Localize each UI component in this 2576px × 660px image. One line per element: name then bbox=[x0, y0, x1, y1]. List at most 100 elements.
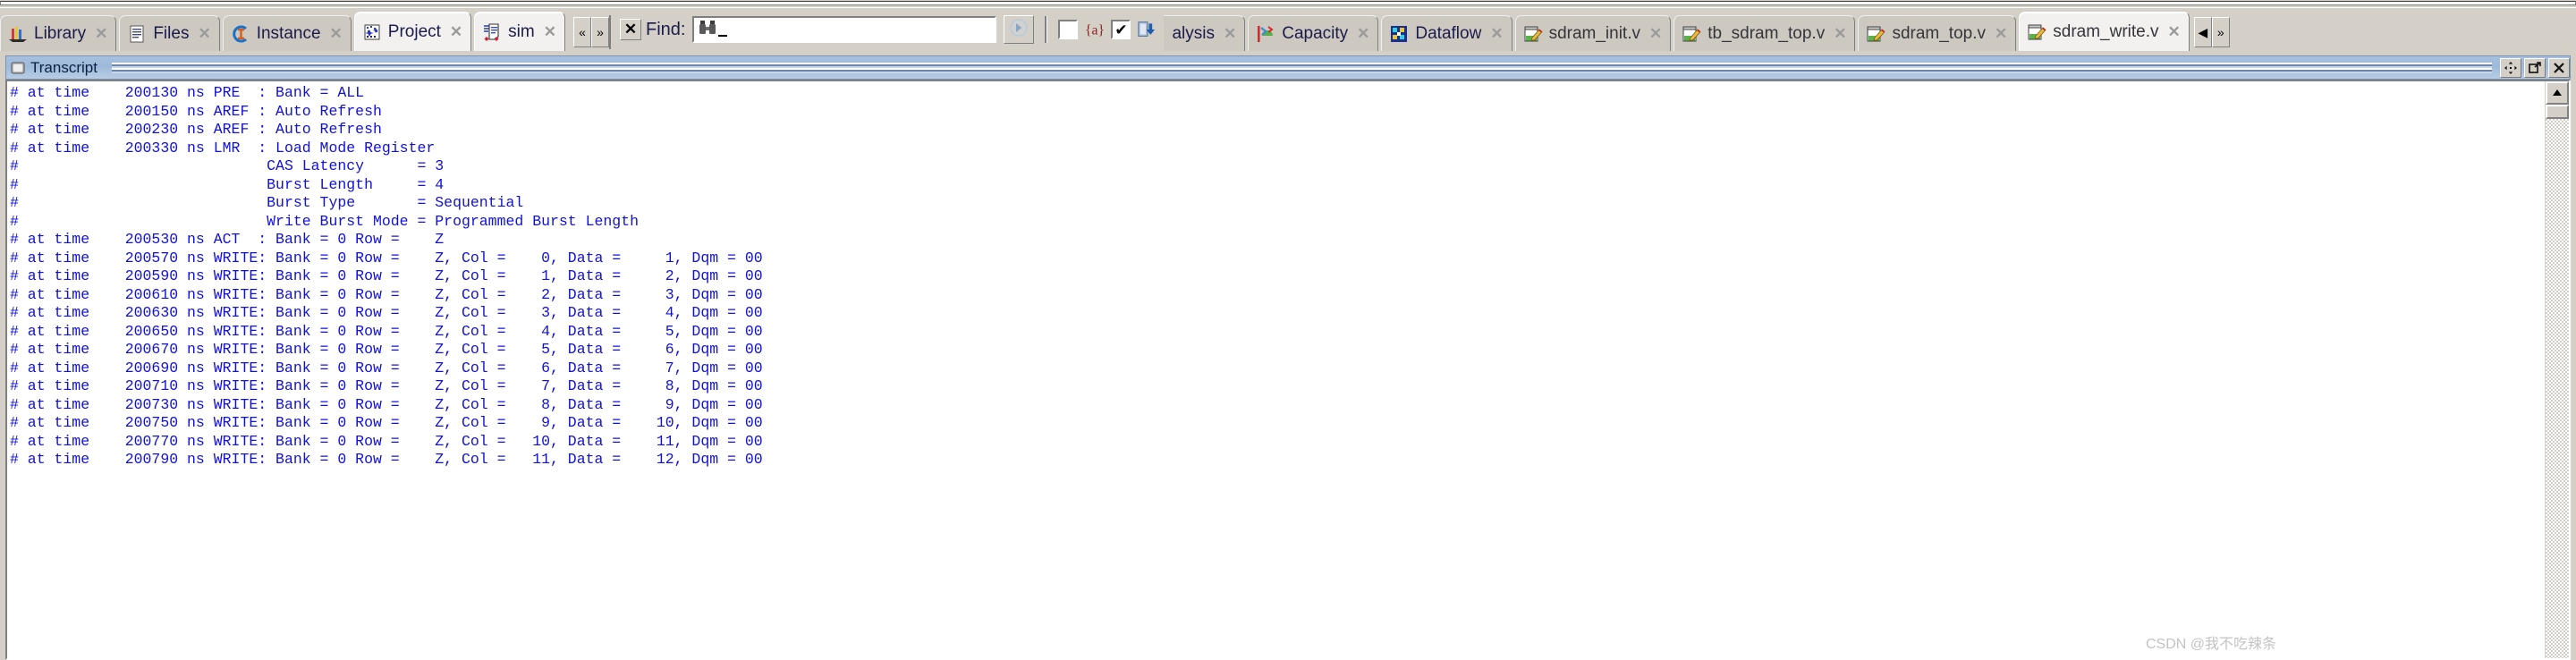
tab-close-icon[interactable]: ✕ bbox=[93, 26, 109, 41]
tab-scroll-next-button[interactable]: » bbox=[590, 17, 609, 47]
triangle-up-icon bbox=[2553, 89, 2562, 96]
transcript-line: # CAS Latency = 3 bbox=[10, 157, 445, 174]
tab-files[interactable]: Files ✕ bbox=[119, 15, 220, 51]
transcript-line: # at time 200330 ns LMR : Load Mode Regi… bbox=[10, 139, 436, 157]
tab-close-icon[interactable]: ✕ bbox=[1488, 26, 1504, 41]
tab-tb-sdram-top-v[interactable]: tb_sdram_top.v ✕ bbox=[1674, 15, 1856, 51]
scrollbar-track[interactable] bbox=[2546, 119, 2569, 658]
verilog-file-icon bbox=[1523, 24, 1543, 44]
tab-close-icon[interactable]: ✕ bbox=[1993, 26, 2009, 41]
tab-analysis[interactable]: alysis ✕ bbox=[1164, 15, 1246, 51]
tab-close-icon[interactable]: ✕ bbox=[1648, 26, 1664, 41]
tab-sdram-top-v[interactable]: sdram_top.v ✕ bbox=[1858, 15, 2017, 51]
find-input[interactable] bbox=[692, 16, 997, 43]
project-stars-icon bbox=[362, 22, 382, 42]
maximize-icon bbox=[2529, 61, 2541, 73]
right-tab-scroll-controls: ◀ » bbox=[2193, 8, 2230, 51]
tab-sim[interactable]: sim ✕ bbox=[474, 12, 565, 51]
files-document-icon bbox=[127, 24, 147, 44]
capacity-icon bbox=[1256, 24, 1275, 44]
tab-close-icon[interactable]: ✕ bbox=[1832, 26, 1848, 41]
tab-label: Files bbox=[153, 24, 190, 43]
tab-strip: Library ✕ Files ✕ Instance ✕ Project ✕ s… bbox=[0, 8, 2576, 51]
transcript-line: # at time 200650 ns WRITE: Bank = 0 Row … bbox=[10, 322, 763, 340]
find-label: Find: bbox=[645, 19, 686, 39]
instance-c-icon bbox=[231, 24, 250, 44]
transcript-line: # at time 200790 ns WRITE: Bank = 0 Row … bbox=[10, 451, 763, 468]
move-arrows-icon bbox=[2504, 61, 2517, 74]
transcript-line: # Write Burst Mode = Programmed Burst Le… bbox=[10, 212, 640, 230]
window-top-inner-line bbox=[0, 1, 2576, 5]
transcript-text-area[interactable]: # at time 200130 ns PRE : Bank = ALL # a… bbox=[7, 81, 2545, 658]
transcript-title: Transcript bbox=[30, 58, 97, 76]
tab-close-icon[interactable]: ✕ bbox=[1222, 26, 1238, 41]
tab-label: sim bbox=[508, 22, 535, 41]
tab-label: Project bbox=[387, 22, 441, 41]
toolbar-separator bbox=[1045, 16, 1048, 43]
tab-label: tb_sdram_top.v bbox=[1707, 24, 1826, 43]
toolbar-divider bbox=[608, 15, 611, 49]
find-option-search-all[interactable]: ✔ bbox=[1111, 19, 1158, 40]
transcript-line: # at time 200710 ns WRITE: Bank = 0 Row … bbox=[10, 377, 763, 394]
find-toolbar: ✕ Find: {a} ✔ bbox=[619, 12, 1164, 47]
watermark: CSDN @我不吃辣条 bbox=[2145, 637, 2276, 652]
tab-close-icon[interactable]: ✕ bbox=[542, 24, 558, 39]
transcript-line: # at time 200630 ns WRITE: Bank = 0 Row … bbox=[10, 304, 763, 321]
titlebar-grip[interactable] bbox=[111, 62, 2492, 73]
transcript-line: # Burst Length = 4 bbox=[10, 175, 445, 193]
tab-label: Dataflow bbox=[1415, 24, 1482, 43]
tab-project[interactable]: Project ✕ bbox=[353, 12, 472, 51]
tab-close-icon[interactable]: ✕ bbox=[1355, 26, 1371, 41]
maximize-button[interactable] bbox=[2524, 57, 2546, 78]
find-close-button[interactable]: ✕ bbox=[619, 19, 641, 40]
search-in-field-icon bbox=[1137, 19, 1158, 40]
modelsim-window: Library ✕ Files ✕ Instance ✕ Project ✕ s… bbox=[0, 0, 2576, 660]
undock-button[interactable] bbox=[2500, 57, 2521, 78]
transcript-line: # Burst Type = Sequential bbox=[10, 194, 524, 211]
left-tab-scroll-controls: « » bbox=[572, 8, 611, 51]
right-tab-scroll-next-button[interactable]: » bbox=[2211, 17, 2230, 47]
tab-sdram-init-v[interactable]: sdram_init.v ✕ bbox=[1514, 15, 1672, 51]
tab-label: Library bbox=[34, 24, 87, 43]
tab-close-icon[interactable]: ✕ bbox=[448, 24, 464, 39]
transcript-line: # at time 200150 ns AREF : Auto Refresh bbox=[10, 102, 382, 120]
tab-label: sdram_write.v bbox=[2053, 22, 2159, 41]
library-bars-icon bbox=[8, 24, 28, 44]
transcript-line: # at time 200130 ns PRE : Bank = ALL bbox=[10, 84, 365, 101]
transcript-vertical-scrollbar[interactable] bbox=[2545, 81, 2569, 658]
find-next-icon bbox=[1009, 18, 1029, 42]
tab-close-icon[interactable]: ✕ bbox=[328, 26, 344, 41]
scrollbar-thumb[interactable] bbox=[2546, 105, 2569, 119]
transcript-line: # at time 200530 ns ACT : Bank = 0 Row =… bbox=[10, 231, 445, 248]
tab-close-icon[interactable]: ✕ bbox=[196, 26, 212, 41]
search-all-checkbox[interactable]: ✔ bbox=[1111, 20, 1131, 39]
verilog-file-icon bbox=[1682, 24, 1701, 44]
transcript-titlebar[interactable]: Transcript bbox=[5, 55, 2571, 80]
text-caret bbox=[718, 35, 728, 37]
transcript-pane: Transcript # at time 200130 ns PRE: Ban… bbox=[0, 55, 2576, 660]
close-button[interactable] bbox=[2548, 57, 2570, 78]
transcript-line: # at time 200750 ns WRITE: Bank = 0 Row … bbox=[10, 414, 763, 431]
verilog-file-icon bbox=[2027, 22, 2046, 42]
find-option-regex[interactable]: {a} bbox=[1058, 19, 1106, 40]
right-tab-scroll-prev-button[interactable]: ◀ bbox=[2193, 17, 2212, 47]
left-tab-group: Library ✕ Files ✕ Instance ✕ Project ✕ s… bbox=[0, 8, 568, 51]
tab-capacity[interactable]: Capacity ✕ bbox=[1248, 15, 1379, 51]
transcript-line: # at time 200690 ns WRITE: Bank = 0 Row … bbox=[10, 359, 763, 377]
tab-dataflow[interactable]: Dataflow ✕ bbox=[1381, 15, 1513, 51]
transcript-window-icon bbox=[10, 60, 26, 76]
scroll-up-button[interactable] bbox=[2546, 81, 2569, 105]
tab-close-icon[interactable]: ✕ bbox=[2166, 24, 2182, 39]
tab-instance[interactable]: Instance ✕ bbox=[222, 15, 352, 51]
tab-label: alysis bbox=[1172, 24, 1215, 43]
right-tab-group: alysis ✕ Capacity ✕ Dataflow ✕ sdram_ini… bbox=[1164, 8, 2191, 51]
tab-scroll-prev-button[interactable]: « bbox=[572, 17, 591, 47]
transcript-line: # at time 200590 ns WRITE: Bank = 0 Row … bbox=[10, 267, 763, 284]
transcript-line: # at time 200730 ns WRITE: Bank = 0 Row … bbox=[10, 395, 763, 413]
find-next-button[interactable] bbox=[1004, 15, 1035, 44]
tab-library[interactable]: Library ✕ bbox=[0, 15, 117, 51]
regex-checkbox[interactable] bbox=[1058, 20, 1079, 39]
regex-brace-a-icon: {a} bbox=[1084, 19, 1106, 40]
tab-sdram-write-v[interactable]: sdram_write.v ✕ bbox=[2019, 12, 2190, 51]
sim-wave-icon bbox=[482, 22, 502, 42]
